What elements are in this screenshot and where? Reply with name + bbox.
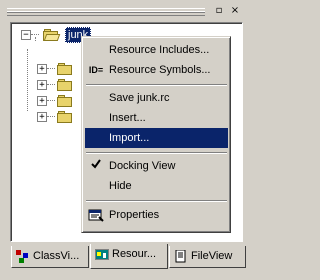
pane-titlebar[interactable]: ▫ ×: [3, 2, 246, 20]
menu-item-label: Docking View: [109, 160, 176, 172]
menu-item-hide[interactable]: Hide: [85, 176, 228, 196]
tab-fileview[interactable]: FileView: [169, 246, 246, 268]
open-folder-icon: [43, 29, 61, 41]
tab-classview[interactable]: ClassVi...: [11, 246, 89, 268]
folder-icon: [57, 79, 73, 91]
folder-icon: [57, 111, 73, 123]
expand-icon[interactable]: +: [37, 112, 47, 122]
menu-item-label: Properties: [109, 209, 160, 221]
close-icon[interactable]: ×: [229, 5, 241, 17]
tab-label: ClassVi...: [33, 250, 80, 262]
tab-resourceview[interactable]: Resour...: [90, 244, 168, 269]
view-tabs: ClassVi... Resour... FileView: [6, 244, 249, 274]
resourceview-icon: [95, 248, 109, 261]
tree-connector: [27, 49, 28, 111]
checkmark-icon: [88, 159, 104, 173]
tree-connector: [31, 34, 39, 35]
tab-label: FileView: [191, 250, 233, 262]
menu-item-resource-includes[interactable]: Resource Includes...: [85, 40, 228, 60]
id-symbols-icon: ID=: [88, 65, 104, 75]
tree-connector: [47, 84, 55, 85]
gripper-bar[interactable]: [7, 8, 205, 16]
menu-item-label: Resource Includes...: [109, 44, 210, 56]
collapse-icon[interactable]: −: [21, 30, 31, 40]
menu-separator: [86, 84, 227, 86]
context-menu: Resource Includes... ID= Resource Symbol…: [81, 36, 231, 233]
menu-item-label: Hide: [109, 180, 132, 192]
fileview-icon: [174, 249, 188, 263]
tab-label: Resour...: [112, 248, 157, 260]
menu-item-resource-symbols[interactable]: ID= Resource Symbols...: [85, 60, 228, 80]
tree-connector: [47, 100, 55, 101]
menu-item-label: Insert...: [109, 112, 146, 124]
restore-icon[interactable]: ▫: [213, 5, 225, 17]
menu-item-docking-view[interactable]: Docking View: [85, 156, 228, 176]
menu-item-insert[interactable]: Insert...: [85, 108, 228, 128]
expand-icon[interactable]: +: [37, 80, 47, 90]
menu-item-properties[interactable]: Properties: [85, 205, 228, 225]
menu-separator: [86, 200, 227, 202]
properties-icon: [88, 208, 104, 222]
menu-item-label: Save junk.rc: [109, 92, 170, 104]
classview-icon: [16, 250, 30, 263]
menu-item-label: Import...: [109, 132, 150, 144]
expand-icon[interactable]: +: [37, 96, 47, 106]
menu-separator: [86, 152, 227, 154]
folder-icon: [57, 95, 73, 107]
expand-icon[interactable]: +: [37, 64, 47, 74]
menu-item-label: Resource Symbols...: [109, 64, 211, 76]
resource-view-pane: ▫ × − junk + + + + Resource Includes... …: [3, 2, 246, 278]
tree-connector: [47, 116, 55, 117]
folder-icon: [57, 63, 73, 75]
menu-item-import[interactable]: Import...: [85, 128, 228, 148]
tree-connector: [47, 68, 55, 69]
menu-item-save[interactable]: Save junk.rc: [85, 88, 228, 108]
